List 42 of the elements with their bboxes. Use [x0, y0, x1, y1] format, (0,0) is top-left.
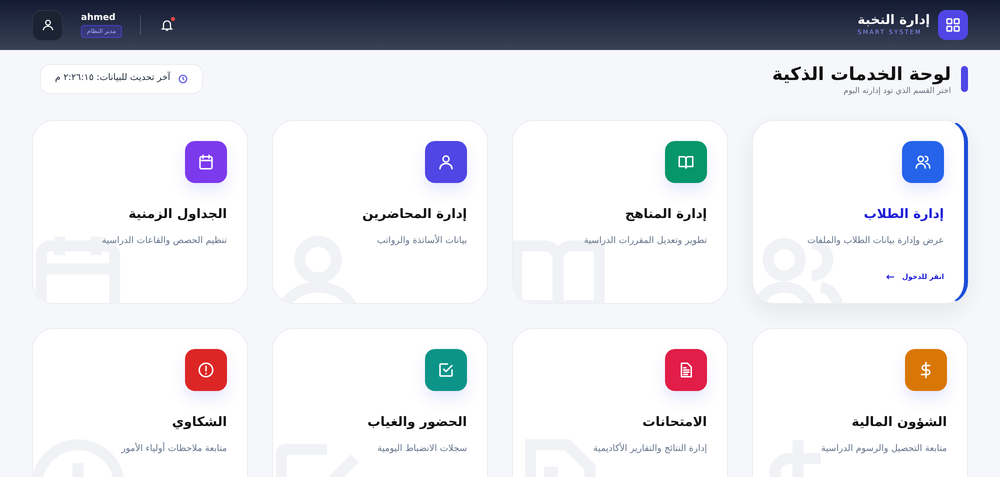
service-card[interactable]: الامتحانات إدارة النتائج والتقارير الأكاديمية — [512, 328, 728, 477]
bell-icon — [160, 18, 174, 32]
last-update-text: آخر تحديث للبيانات: ٢:٢٦:١٥ م — [55, 72, 170, 86]
card-title: الحضور والغياب — [367, 414, 467, 432]
clock-icon — [178, 74, 188, 84]
notification-button[interactable] — [159, 17, 176, 33]
calendar-icon — [197, 153, 215, 171]
card-title: إدارة المناهج — [625, 206, 707, 224]
card-title: الشؤون المالية — [852, 414, 947, 432]
page-title: لوحة الخدمات الذكية — [772, 64, 951, 86]
user-icon — [40, 18, 54, 32]
alert-icon — [197, 361, 215, 379]
brand-title: إدارة النخبة — [858, 13, 930, 29]
card-description: تنظيم الحصص والقاعات الدراسية — [102, 234, 227, 248]
card-title: إدارة الطلاب — [864, 206, 944, 224]
service-card[interactable]: الشكاوي متابعة ملاحظات أولياء الأمور — [32, 328, 248, 477]
service-card[interactable]: الجداول الزمنية تنظيم الحصص والقاعات الدراسية — [32, 120, 248, 304]
book-icon — [677, 153, 695, 171]
title-accent-bar — [961, 66, 968, 92]
card-description: بيانات الأساتذة والرواتب — [376, 234, 467, 248]
page-subtitle: اختر القسم الذي تود إدارته اليوم — [842, 86, 951, 96]
card-title: الجداول الزمنية — [128, 206, 227, 224]
card-title: الامتحانات — [642, 414, 707, 432]
user-icon — [437, 153, 455, 171]
card-title: الشكاوي — [172, 414, 227, 432]
card-description: متابعة التحصيل والرسوم الدراسية — [821, 442, 947, 456]
checkbox-icon — [437, 361, 455, 379]
service-card[interactable]: الحضور والغياب سجلات الانضباط اليومية — [272, 328, 488, 477]
user-avatar[interactable] — [32, 10, 63, 40]
card-description: سجلات الانضباط اليومية — [377, 442, 467, 456]
users-icon — [914, 153, 932, 171]
card-description: متابعة ملاحظات أولياء الأمور — [121, 442, 227, 456]
arrow-icon — [886, 274, 894, 280]
service-card[interactable]: إدارة المناهج تطوير وتعديل المقررات الدراسية — [512, 120, 728, 304]
service-card[interactable]: إدارة المحاضرين بيانات الأساتذة والرواتب — [272, 120, 488, 304]
card-description: تطوير وتعديل المقررات الدراسية — [584, 234, 707, 248]
grid-icon — [945, 17, 961, 33]
service-card[interactable]: الشؤون المالية متابعة التحصيل والرسوم الدراسية — [752, 328, 968, 477]
card-description: عرض وإدارة بيانات الطلاب والملفات — [807, 234, 944, 248]
card-description: إدارة النتائج والتقارير الأكاديمية — [593, 442, 707, 456]
user-name: ahmed — [81, 12, 116, 22]
card-title: إدارة المحاضرين — [362, 206, 467, 224]
